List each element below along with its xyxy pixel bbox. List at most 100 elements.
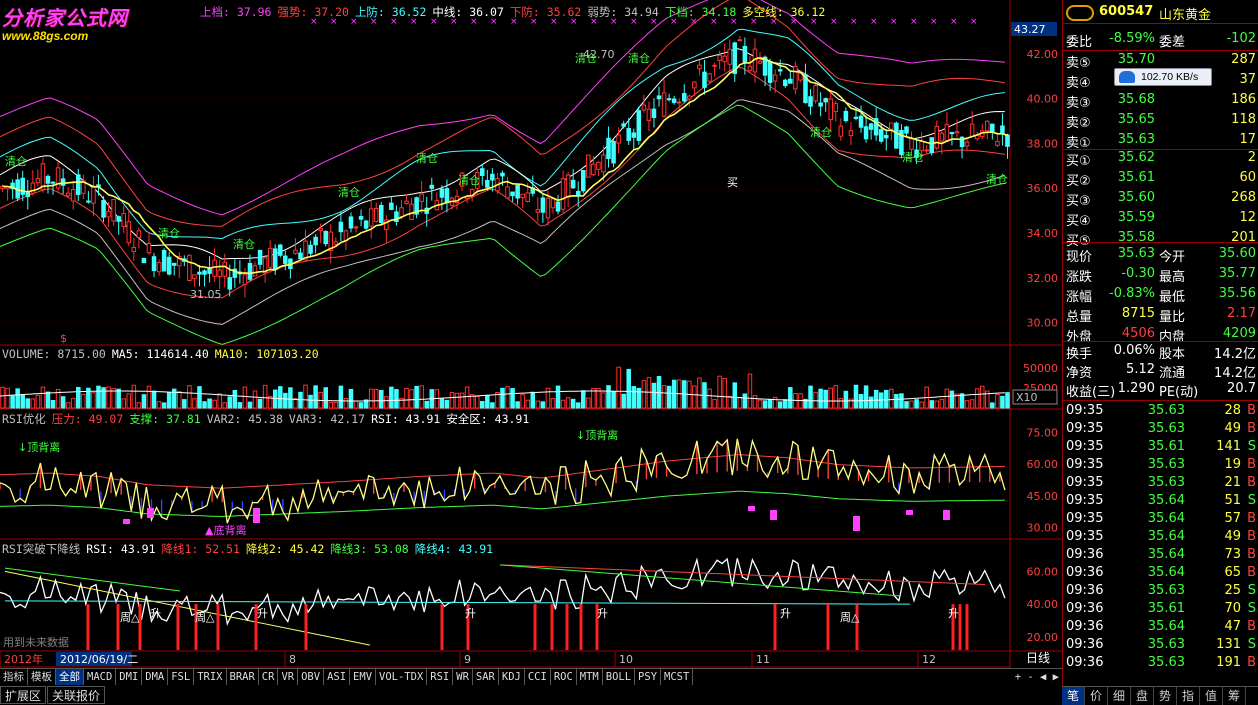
tick-row-2-d: S [1247, 439, 1256, 454]
brk-hdr-2: 降线1: 52.51 [161, 542, 240, 556]
indicator-tab-CR[interactable]: CR [259, 669, 279, 685]
volume-bar [353, 400, 359, 409]
tick-row-6-d: B [1247, 511, 1256, 526]
month-label-2: 10 [619, 653, 633, 666]
sep-3 [1063, 242, 1258, 243]
tick-row-5-c: 51 [1224, 493, 1241, 508]
volume-bar [0, 386, 5, 409]
volume-bar [394, 389, 399, 409]
candle-body [1000, 125, 1005, 135]
tick-row-13-b: 35.63 [1147, 637, 1185, 652]
top-divergence-label-0: ↓顶背离 [18, 440, 60, 454]
candle-body [904, 126, 909, 134]
candle-body [727, 48, 732, 65]
indicator-tab-ASI[interactable]: ASI [324, 669, 351, 685]
brk-hdr-1: RSI: 43.91 [86, 542, 156, 556]
tab-scroll-controls[interactable]: + - ◀ ▶ [1012, 669, 1062, 685]
kline-chart[interactable]: 42.00 40.00 38.00 36.00 34.00 32.00 30.00 43.27… [0, 0, 1062, 668]
indicator-tab-ROC[interactable]: ROC [551, 669, 577, 685]
cross-mark: × [870, 17, 878, 27]
brk-hdr-3: 降线2: 45.42 [245, 542, 325, 556]
candle-body [247, 262, 253, 280]
price-tick-6: 30.00 [1027, 317, 1059, 330]
indicator-tab-MTM[interactable]: MTM [577, 669, 603, 685]
quote-tab-盘[interactable]: 盘 [1131, 687, 1154, 705]
tick-row-14-a: 09:36 [1066, 655, 1104, 670]
volume-value: VOLUME: 8715.00 [2, 347, 106, 361]
tick-row-6: 09:35 35.64 57 B [1063, 511, 1258, 529]
volume-bar [20, 394, 25, 409]
indicator-tab-OBV[interactable]: OBV [298, 669, 325, 685]
tick-row-9-d: B [1247, 565, 1256, 580]
fund-row-1-b: 5.12 [1126, 362, 1155, 377]
indicator-tab-DMI[interactable]: DMI [116, 669, 143, 685]
indicator-tab-VR[interactable]: VR [278, 669, 299, 685]
volume-bar [560, 399, 566, 409]
rocket-icon [1119, 71, 1135, 83]
tick-row-13-d: S [1247, 637, 1256, 652]
indicator-tab-指标[interactable]: 指标 [0, 669, 28, 685]
candle-body [207, 267, 212, 274]
candle-body [575, 190, 581, 196]
volume-bar [202, 401, 207, 409]
candle-body [358, 216, 364, 220]
bottom-tab-关联报价[interactable]: 关联报价 [47, 686, 106, 704]
candle-body [964, 141, 970, 147]
indicator-tab-WR[interactable]: WR [453, 669, 473, 685]
indicator-tab-FSL[interactable]: FSL [168, 669, 195, 685]
indicator-tab-PSY[interactable]: PSY [635, 669, 662, 685]
qingcang-label-7: 清仓 [628, 51, 650, 65]
quote-tab-势[interactable]: 势 [1154, 687, 1177, 705]
stock-header: 600547 山东黄金 [1063, 4, 1258, 23]
rise-label-2: 升 [465, 607, 476, 620]
quote-tab-价[interactable]: 价 [1085, 687, 1108, 705]
candle-body [166, 256, 172, 275]
volume-bar [40, 386, 46, 409]
indicator-tab-KDJ[interactable]: KDJ [499, 669, 525, 685]
quote-tab-筹[interactable]: 筹 [1223, 687, 1246, 705]
indicator-tab-DMA[interactable]: DMA [142, 669, 169, 685]
indicator-tab-BRAR[interactable]: BRAR [227, 669, 259, 685]
candle-body [555, 201, 561, 212]
indicator-tab-MCST[interactable]: MCST [661, 669, 694, 685]
candle-body [591, 163, 596, 176]
quote-tab-细[interactable]: 细 [1108, 687, 1131, 705]
buy-row-1-a: 买② [1066, 174, 1091, 189]
tick-row-0-c: 28 [1224, 403, 1241, 418]
indicator-tab-CCI[interactable]: CCI [525, 669, 551, 685]
volume-bar [379, 389, 384, 409]
rsi-block-7 [943, 510, 950, 520]
candle-body [611, 140, 616, 164]
tick-row-9-c: 65 [1224, 565, 1241, 580]
bottom-tab-扩展区[interactable]: 扩展区 [0, 686, 47, 704]
volume-bar [873, 389, 879, 409]
indicator-tab-MACD[interactable]: MACD [84, 669, 117, 685]
volume-bar [697, 377, 702, 409]
quote-panel: 600547 山东黄金委比 -8.59% 委差 -102 卖⑤ 35.70 287 卖④ 35.6… [1062, 0, 1258, 705]
quote-tab-指[interactable]: 指 [1177, 687, 1200, 705]
candle-body [853, 116, 859, 119]
network-speed: 102.70 KB/s [1141, 71, 1199, 83]
price-tick-0: 42.00 [1027, 48, 1059, 61]
indicator-tab-全部[interactable]: 全部 [56, 669, 84, 685]
indicator-tab-SAR[interactable]: SAR [473, 669, 499, 685]
tick-row-4-b: 35.63 [1147, 475, 1185, 490]
candle-body [318, 228, 323, 232]
tick-row-7-a: 09:35 [1066, 529, 1104, 544]
indicator-tab-VOL-TDX[interactable]: VOL-TDX [376, 669, 428, 685]
chart-area[interactable]: 42.00 40.00 38.00 36.00 34.00 32.00 30.00 43.27… [0, 0, 1062, 668]
indicator-tab-BOLL[interactable]: BOLL [603, 669, 636, 685]
volume-bar [767, 399, 773, 409]
candle-body [146, 243, 152, 254]
indicator-tab-模板[interactable]: 模板 [28, 669, 56, 685]
quote-tab-值[interactable]: 值 [1200, 687, 1223, 705]
volume-bar [106, 386, 111, 409]
candle-body [212, 259, 217, 277]
indicator-tab-EMV[interactable]: EMV [350, 669, 377, 685]
indicator-tab-TRIX[interactable]: TRIX [194, 669, 227, 685]
indicator-tab-RSI[interactable]: RSI [427, 669, 454, 685]
volume-bar [10, 395, 15, 409]
candle-body [843, 110, 849, 122]
stat-row-3: 总量 8715 量比 2.17 [1063, 306, 1258, 325]
quote-tab-笔[interactable]: 笔 [1062, 687, 1085, 705]
